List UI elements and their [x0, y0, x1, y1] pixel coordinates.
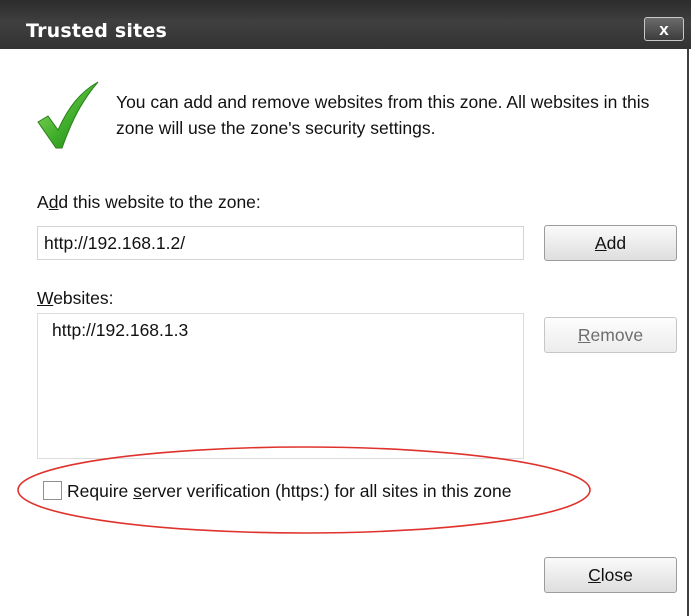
add-website-label: Add this website to the zone: [37, 192, 261, 212]
title-bar: Trusted sites x [0, 0, 691, 49]
close-window-button[interactable]: x [644, 17, 684, 41]
websites-label: Websites: [37, 288, 114, 308]
require-verification-label[interactable]: Require server verification (https:) for… [67, 481, 512, 502]
dialog-title: Trusted sites [26, 20, 167, 42]
close-button[interactable]: Close [544, 557, 677, 593]
remove-button[interactable]: Remove [544, 317, 677, 353]
require-verification-checkbox[interactable] [43, 481, 62, 500]
list-item[interactable]: http://192.168.1.3 [52, 320, 188, 341]
websites-list[interactable]: http://192.168.1.3 [37, 313, 524, 459]
intro-text: You can add and remove websites from thi… [116, 92, 650, 138]
website-url-input[interactable]: http://192.168.1.2/ [37, 226, 524, 260]
add-button[interactable]: Add [544, 225, 677, 261]
checkmark-icon [37, 81, 99, 149]
close-icon: x [659, 20, 669, 39]
trusted-sites-dialog: Trusted sites x You can add and remove w… [0, 0, 691, 616]
